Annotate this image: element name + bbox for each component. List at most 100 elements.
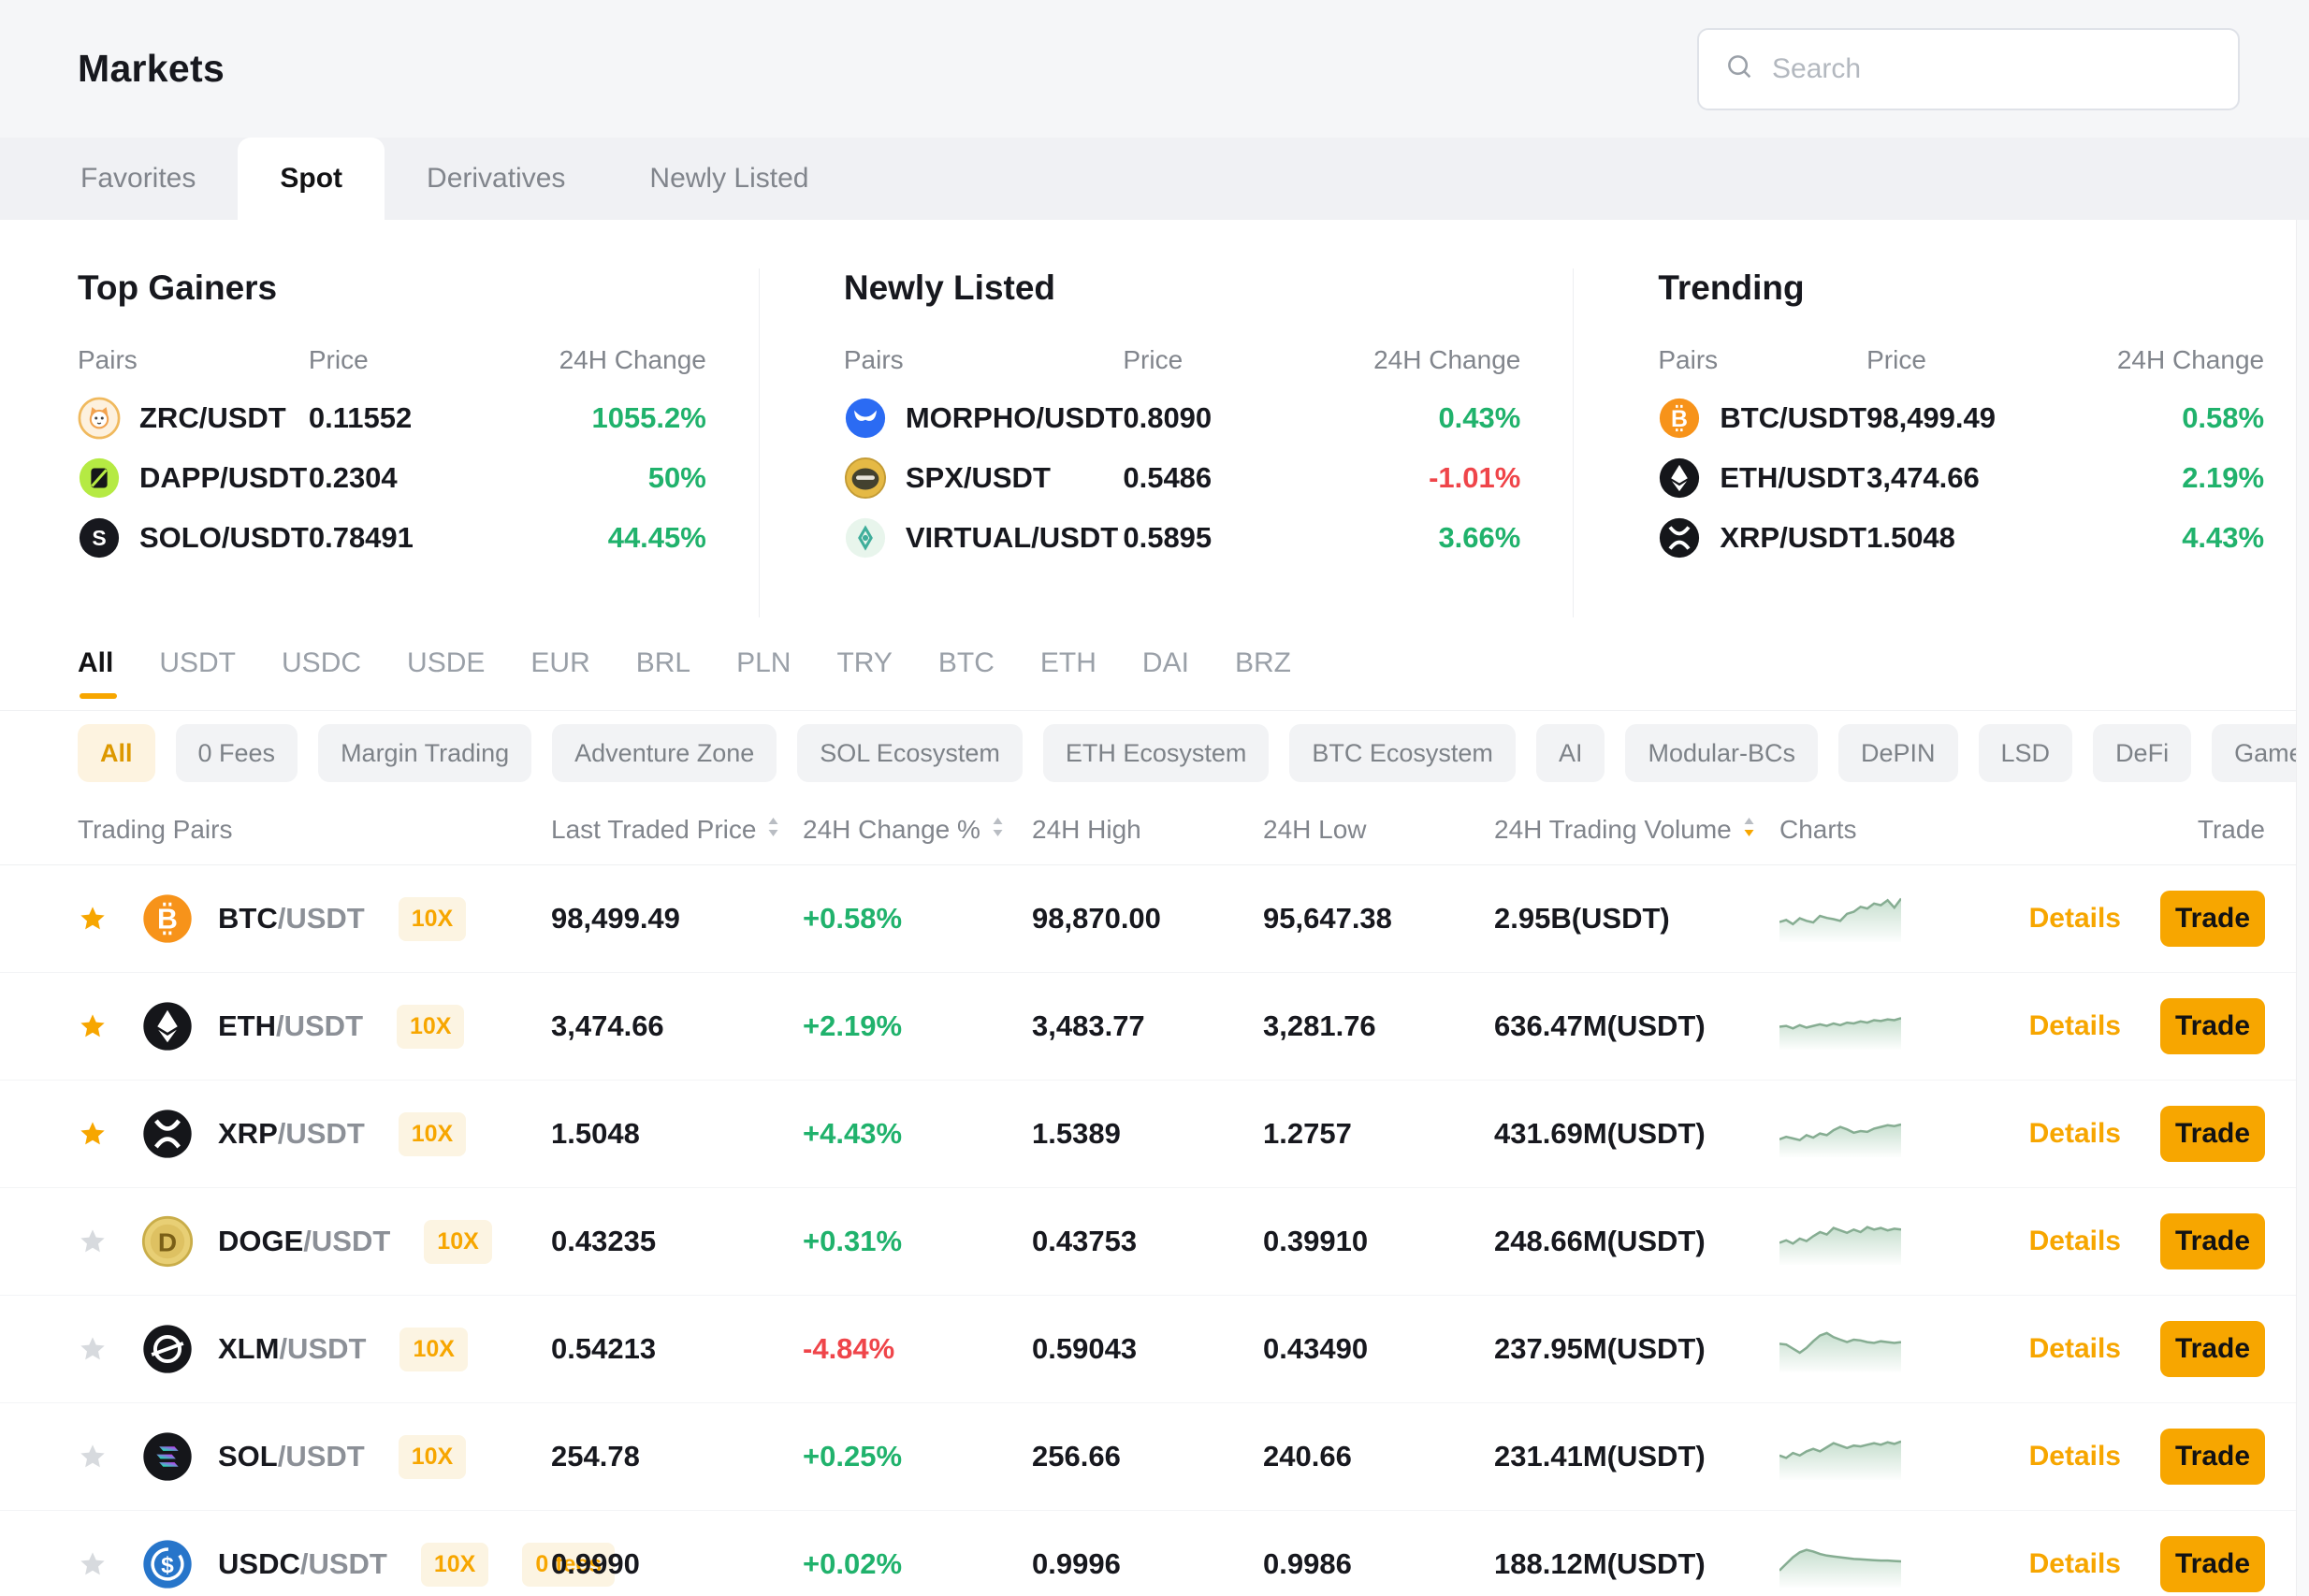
trade-button[interactable]: Trade — [2160, 1429, 2265, 1485]
sort-icon[interactable] — [1741, 815, 1757, 846]
details-link[interactable]: Details — [2029, 1548, 2121, 1580]
scrollbar-track[interactable] — [2296, 220, 2309, 1596]
column-header-last-traded-price[interactable]: Last Traded Price — [551, 815, 803, 846]
sort-icon[interactable] — [990, 815, 1006, 846]
chip-lsd[interactable]: LSD — [1979, 724, 2073, 782]
chip-0-fees[interactable]: 0 Fees — [176, 724, 298, 782]
table-row-eth-usdt[interactable]: ETH/USDT 10X 3,474.66 +2.19% 3,483.77 3,… — [0, 973, 2309, 1081]
quote-tab-all[interactable]: All — [78, 647, 113, 710]
quote-tab-dai[interactable]: DAI — [1142, 647, 1189, 710]
favorite-star-icon[interactable] — [78, 1226, 123, 1256]
chip-depin[interactable]: DePIN — [1838, 724, 1958, 782]
sparkline-chart — [1779, 888, 1901, 942]
panel-row-zrc-usdt[interactable]: ZRC/USDT 0.11552 1055.2% — [78, 388, 706, 448]
details-link[interactable]: Details — [2029, 903, 2121, 935]
panel-row-spx-usdt[interactable]: SPX/USDT 0.5486 -1.01% — [844, 448, 1521, 508]
chip-gamefi[interactable]: GameFi — [2212, 724, 2309, 782]
quote-tab-try[interactable]: TRY — [836, 647, 892, 710]
pair-name[interactable]: XLM/USDT — [218, 1332, 366, 1366]
tab-favorites[interactable]: Favorites — [38, 138, 238, 220]
pair-change: 0.58% — [2077, 401, 2264, 435]
pair-name[interactable]: BTC/USDT — [218, 902, 365, 936]
table-row-xlm-usdt[interactable]: XLM/USDT 10X 0.54213 -4.84% 0.59043 0.43… — [0, 1296, 2309, 1403]
quote-tab-btc[interactable]: BTC — [938, 647, 995, 710]
pair-cell: XLM/USDT 10X — [78, 1323, 551, 1375]
trading-pairs-table: B BTC/USDT 10X 98,499.49 +0.58% 98,870.0… — [0, 865, 2309, 1596]
details-link[interactable]: Details — [2029, 1441, 2121, 1473]
details-link[interactable]: Details — [2029, 1118, 2121, 1150]
quote-tab-usdt[interactable]: USDT — [159, 647, 236, 710]
pair-name[interactable]: ETH/USDT — [218, 1009, 363, 1043]
details-link[interactable]: Details — [2029, 1226, 2121, 1257]
favorite-star-icon[interactable] — [78, 1549, 123, 1579]
favorite-star-icon[interactable] — [78, 1011, 123, 1041]
details-link[interactable]: Details — [2029, 1010, 2121, 1042]
table-row-doge-usdt[interactable]: D DOGE/USDT 10X 0.43235 +0.31% 0.43753 0… — [0, 1188, 2309, 1296]
details-link[interactable]: Details — [2029, 1333, 2121, 1365]
chip-ai[interactable]: AI — [1536, 724, 1605, 782]
volume-24h: 231.41M(USDT) — [1494, 1440, 1779, 1473]
pair-change: 4.43% — [2077, 521, 2264, 555]
panel-row-morpho-usdt[interactable]: MORPHO/USDT 0.8090 0.43% — [844, 388, 1521, 448]
quote-tab-eur[interactable]: EUR — [530, 647, 589, 710]
chip-modular-bcs[interactable]: Modular-BCs — [1625, 724, 1818, 782]
favorite-star-icon[interactable] — [78, 1119, 123, 1149]
trade-button[interactable]: Trade — [2160, 998, 2265, 1054]
chip-defi[interactable]: DeFi — [2093, 724, 2191, 782]
pair-price: 0.5486 — [1123, 461, 1333, 495]
dapp-icon — [78, 457, 121, 500]
table-row-sol-usdt[interactable]: SOL/USDT 10X 254.78 +0.25% 256.66 240.66… — [0, 1403, 2309, 1511]
svg-text:S: S — [92, 526, 106, 550]
btc-icon: B — [141, 892, 194, 945]
pair-name[interactable]: USDC/USDT — [218, 1547, 387, 1581]
table-row-usdc-usdt[interactable]: $ USDC/USDT 10X0 fees 0.9990 +0.02% 0.99… — [0, 1511, 2309, 1596]
favorite-star-icon[interactable] — [78, 904, 123, 934]
trade-button[interactable]: Trade — [2160, 1536, 2265, 1592]
trade-button[interactable]: Trade — [2160, 1213, 2265, 1270]
table-row-xrp-usdt[interactable]: XRP/USDT 10X 1.5048 +4.43% 1.5389 1.2757… — [0, 1081, 2309, 1188]
search-input[interactable] — [1772, 53, 2214, 85]
btc-icon: B — [1658, 397, 1701, 440]
quote-tab-usdc[interactable]: USDC — [282, 647, 361, 710]
pair-name[interactable]: XRP/USDT — [218, 1117, 365, 1151]
tab-newly-listed[interactable]: Newly Listed — [607, 138, 850, 220]
pair-name[interactable]: SOL/USDT — [218, 1440, 365, 1473]
favorite-star-icon[interactable] — [78, 1442, 123, 1472]
quote-tab-eth[interactable]: ETH — [1040, 647, 1096, 710]
xlm-icon — [141, 1323, 194, 1375]
market-nav-tabs: FavoritesSpotDerivativesNewly Listed — [0, 138, 2309, 220]
tab-derivatives[interactable]: Derivatives — [385, 138, 607, 220]
row-actions: Details Trade — [1929, 998, 2265, 1054]
chip-adventure-zone[interactable]: Adventure Zone — [552, 724, 777, 782]
quote-tab-brl[interactable]: BRL — [636, 647, 690, 710]
panel-row-virtual-usdt[interactable]: VIRTUAL/USDT 0.5895 3.66% — [844, 508, 1521, 568]
change-24h: +0.58% — [803, 902, 1032, 936]
panel-row-dapp-usdt[interactable]: DAPP/USDT 0.2304 50% — [78, 448, 706, 508]
quote-tab-pln[interactable]: PLN — [736, 647, 791, 710]
quote-tab-usde[interactable]: USDE — [407, 647, 485, 710]
panel-row-xrp-usdt[interactable]: XRP/USDT 1.5048 4.43% — [1658, 508, 2264, 568]
search-box[interactable] — [1697, 28, 2240, 110]
panel-row-btc-usdt[interactable]: BBTC/USDT 98,499.49 0.58% — [1658, 388, 2264, 448]
chip-eth-ecosystem[interactable]: ETH Ecosystem — [1043, 724, 1270, 782]
panel-row-solo-usdt[interactable]: SSOLO/USDT 0.78491 44.45% — [78, 508, 706, 568]
column-header-24h-trading-volume[interactable]: 24H Trading Volume — [1494, 815, 1779, 846]
table-row-btc-usdt[interactable]: B BTC/USDT 10X 98,499.49 +0.58% 98,870.0… — [0, 865, 2309, 973]
leverage-badge: 10X — [399, 1112, 466, 1156]
tab-spot[interactable]: Spot — [238, 138, 385, 220]
chip-all[interactable]: All — [78, 724, 155, 782]
favorite-star-icon[interactable] — [78, 1334, 123, 1364]
quote-tab-brz[interactable]: BRZ — [1235, 647, 1291, 710]
chip-sol-ecosystem[interactable]: SOL Ecosystem — [797, 724, 1023, 782]
volume-24h: 2.95B(USDT) — [1494, 902, 1779, 936]
trade-button[interactable]: Trade — [2160, 891, 2265, 947]
sort-icon[interactable] — [765, 815, 781, 846]
pair-name[interactable]: DOGE/USDT — [218, 1225, 390, 1258]
column-header-24h-change[interactable]: 24H Change % — [803, 815, 1032, 846]
trade-button[interactable]: Trade — [2160, 1106, 2265, 1162]
chip-btc-ecosystem[interactable]: BTC Ecosystem — [1289, 724, 1516, 782]
trade-button[interactable]: Trade — [2160, 1321, 2265, 1377]
column-header-trading-pairs: Trading Pairs — [78, 815, 551, 845]
panel-row-eth-usdt[interactable]: ETH/USDT 3,474.66 2.19% — [1658, 448, 2264, 508]
chip-margin-trading[interactable]: Margin Trading — [318, 724, 531, 782]
